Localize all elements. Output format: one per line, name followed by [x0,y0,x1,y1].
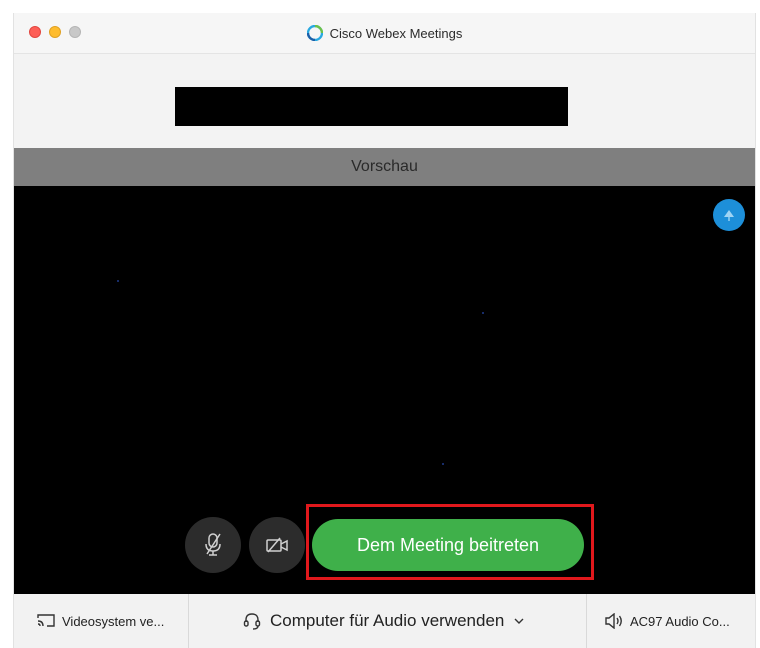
mute-button[interactable] [185,517,241,573]
meeting-header [14,54,755,148]
speaker-label: AC97 Audio Co... [630,613,730,629]
video-toggle-button[interactable] [249,517,305,573]
divider [188,594,189,648]
webex-window: Cisco Webex Meetings Vorschau Dem Meetin… [13,13,756,648]
join-meeting-button[interactable]: Dem Meeting beitreten [312,519,584,571]
video-noise [482,312,484,314]
video-off-icon [266,537,288,553]
title-bar: Cisco Webex Meetings [14,13,755,54]
share-screen-button[interactable] [713,199,745,231]
video-preview: Dem Meeting beitreten [14,186,755,594]
join-meeting-label: Dem Meeting beitreten [356,534,540,555]
video-system-label: Videosystem ve... [62,613,165,629]
speaker-icon [605,613,622,629]
redacted-meeting-name [175,87,568,126]
chevron-down-icon [514,618,524,624]
window-title-group: Cisco Webex Meetings [14,13,755,53]
preview-label: Vorschau [351,158,418,175]
speaker-select-button[interactable]: AC97 Audio Co... [604,594,730,648]
video-noise [117,280,119,282]
audio-option-dropdown[interactable]: Computer für Audio verwenden [242,594,524,648]
cast-icon [37,614,55,627]
video-noise [442,463,444,465]
divider [586,594,587,648]
bottom-toolbar: Videosystem ve... Computer für Audio ver… [14,594,755,648]
preview-header: Vorschau [14,148,755,186]
webex-logo-icon [306,25,323,41]
video-system-button[interactable]: Videosystem ve... [36,594,164,648]
headset-icon [243,613,261,630]
audio-option-label: Computer für Audio verwenden [270,611,505,630]
share-screen-icon [724,210,734,221]
window-title: Cisco Webex Meetings [329,25,463,41]
microphone-muted-icon [205,533,221,556]
